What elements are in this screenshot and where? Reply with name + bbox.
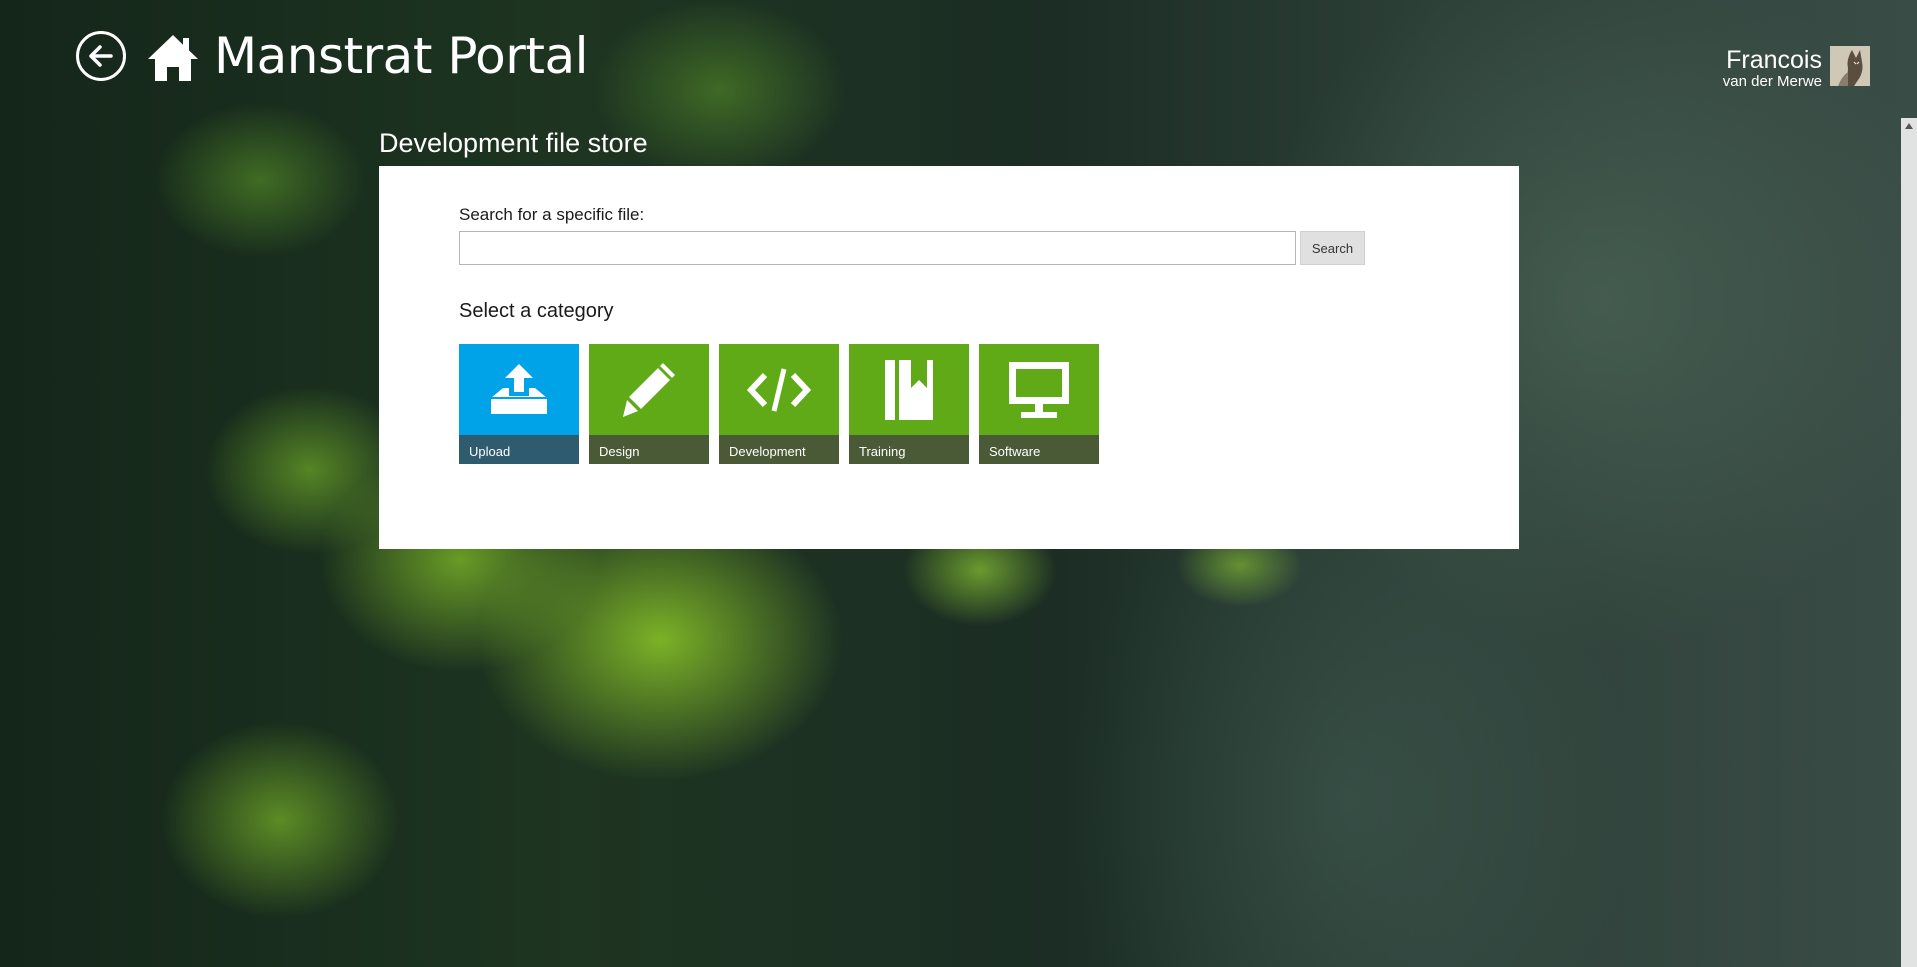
app-title: Manstrat Portal: [214, 27, 588, 85]
tile-label: Upload: [459, 435, 579, 464]
tile-software[interactable]: Software: [979, 344, 1099, 464]
scroll-up-button[interactable]: [1901, 118, 1917, 134]
tile-label: Training: [849, 435, 969, 464]
tile-label: Development: [719, 435, 839, 464]
user-first-name: Francois: [1726, 46, 1822, 74]
home-icon: [148, 35, 198, 81]
file-store-panel: Search for a specific file: Search Selec…: [379, 166, 1519, 549]
arrow-left-icon: [89, 45, 113, 67]
tile-label: Design: [589, 435, 709, 464]
pencil-icon: [623, 362, 675, 417]
upload-icon: [491, 363, 547, 414]
back-button[interactable]: [76, 31, 126, 81]
tile-development[interactable]: Development: [719, 344, 839, 464]
category-heading: Select a category: [459, 300, 614, 322]
vertical-scrollbar[interactable]: [1901, 118, 1917, 967]
app-header: Manstrat Portal Francois van der Merwe: [0, 0, 1917, 100]
monitor-icon: [1009, 361, 1069, 418]
search-button[interactable]: Search: [1300, 231, 1365, 265]
tile-upload[interactable]: Upload: [459, 344, 579, 464]
tile-design[interactable]: Design: [589, 344, 709, 464]
code-icon: [747, 367, 811, 412]
page-title: Development file store: [379, 128, 648, 158]
cat-avatar-icon: [1830, 46, 1870, 86]
search-input[interactable]: [459, 231, 1296, 265]
search-label: Search for a specific file:: [459, 205, 645, 224]
tile-label: Software: [979, 435, 1099, 464]
tile-training[interactable]: Training: [849, 344, 969, 464]
user-avatar[interactable]: [1830, 46, 1870, 86]
book-icon: [885, 359, 933, 420]
caret-up-icon: [1905, 123, 1913, 129]
home-button[interactable]: [146, 33, 200, 83]
user-last-name: van der Merwe: [1722, 73, 1822, 90]
